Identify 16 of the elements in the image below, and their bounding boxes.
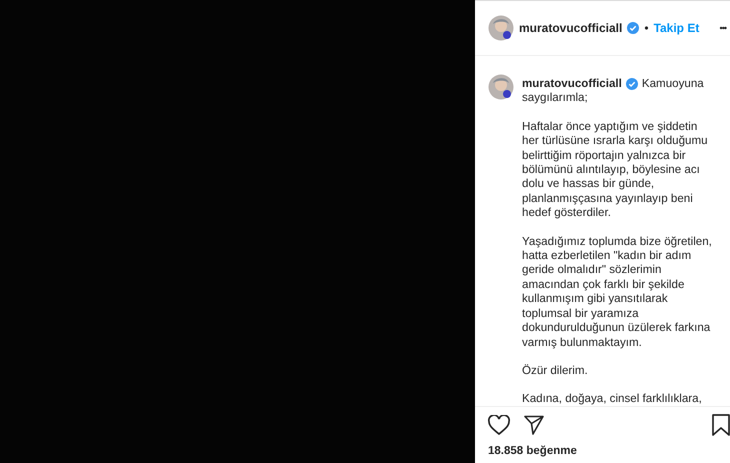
caption-paragraph: Haftalar önce yaptığım ve şiddetin her türlüsüne ısrarla karşı olduğumu belirttiğim röportajın yalnızca bir bölümünü alıntılayıp, böylesine acı dolu ve hassas bir günde, planlanmışçasına yayınlayıp beni hedef gösterdiler. xyxy=(522,120,709,221)
likes-count[interactable]: 18.858 beğenme xyxy=(488,445,730,457)
heart-icon[interactable] xyxy=(488,415,510,435)
send-icon[interactable] xyxy=(524,415,544,435)
more-options-button[interactable]: ••• xyxy=(720,23,726,33)
username[interactable]: muratovucofficiall xyxy=(522,77,622,92)
separator-dot: • xyxy=(644,21,649,35)
avatar-icon[interactable] xyxy=(488,15,514,41)
caption-text: Kamuoyuna xyxy=(642,77,704,92)
caption-paragraph: Yaşadığımız toplumda bize öğretilen, hatta ezberletilen "kadın bir adım geride olmalıdır" sözlerimin amacından çok farklı bir şekilde kullanmışım gibi yansıtılarak toplumsal bir yaramıza dokundurulduğunun üzülerek farkına varmış bulunmaktayım. xyxy=(522,234,713,350)
bookmark-icon[interactable] xyxy=(712,414,730,436)
caption-paragraph: Özür dilerim. xyxy=(522,364,589,378)
caption-text: saygılarımla; xyxy=(522,91,588,104)
caption-paragraph: Kadına, doğaya, cinsel farklılıklara, xyxy=(522,392,703,406)
username[interactable]: muratovucofficiall xyxy=(519,21,622,35)
avatar-icon[interactable] xyxy=(488,74,514,100)
